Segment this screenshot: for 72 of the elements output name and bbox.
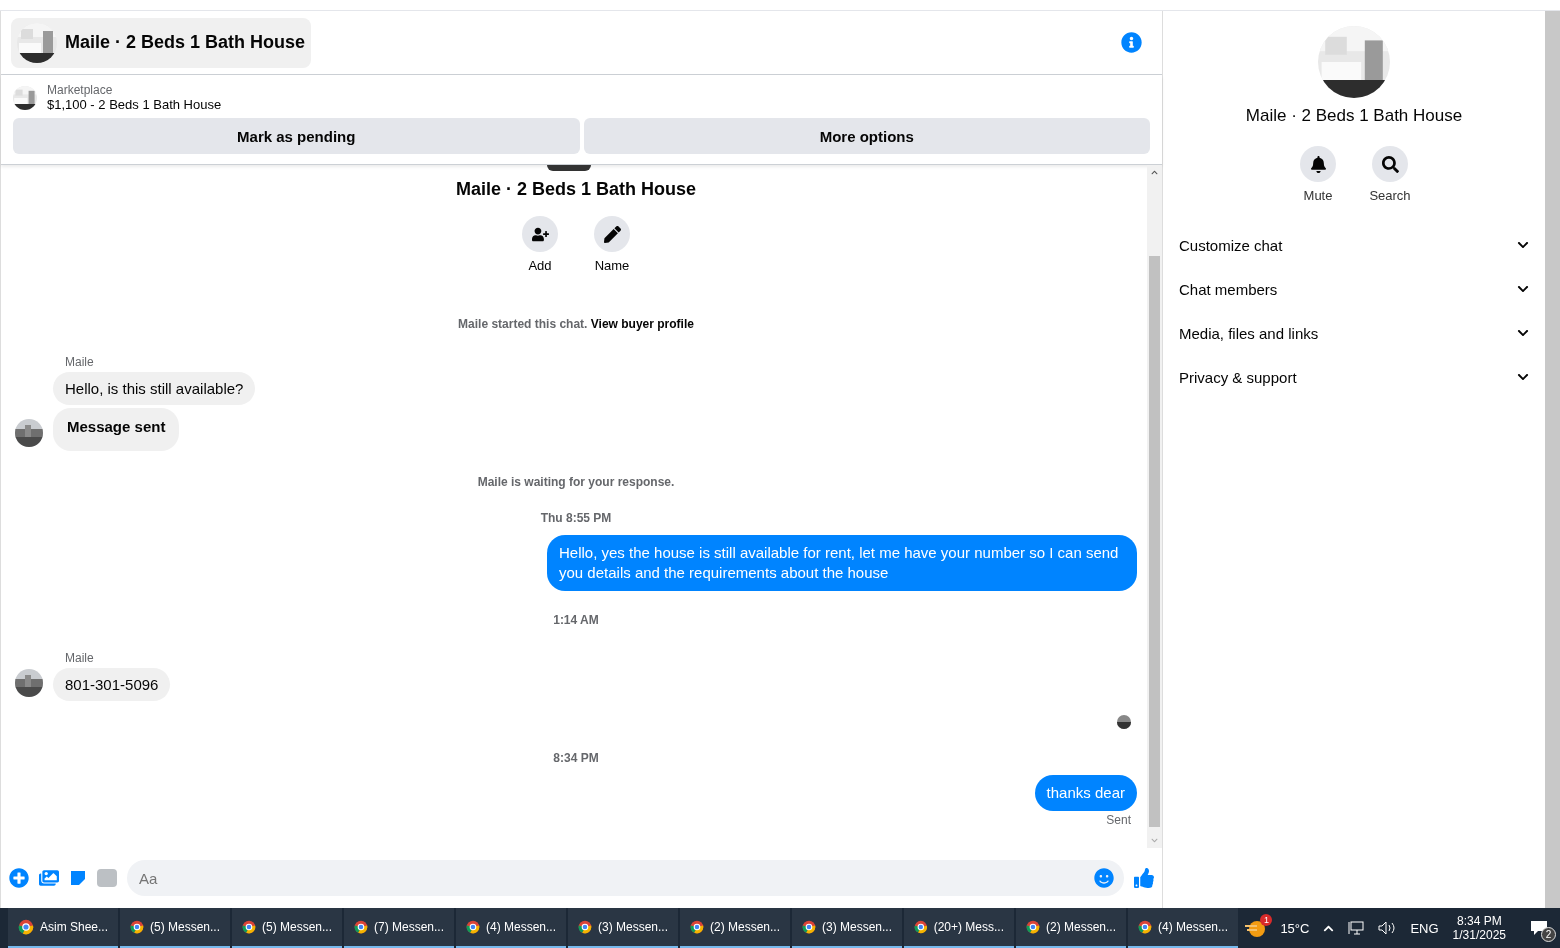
weather-icon xyxy=(1244,919,1267,937)
section-header[interactable]: Chat members xyxy=(1179,267,1529,311)
temperature: 15°C xyxy=(1280,920,1310,936)
chevron-down-icon xyxy=(1517,239,1529,251)
action-label: Name xyxy=(594,258,630,273)
emoji-icon[interactable] xyxy=(1094,868,1114,888)
scroll-down-icon[interactable] xyxy=(1151,837,1158,844)
section-header[interactable]: Customize chat xyxy=(1179,223,1529,267)
delivery-status: Sent xyxy=(1106,813,1131,827)
info-icon[interactable] xyxy=(1121,32,1142,53)
timestamp: 1:14 AM xyxy=(552,613,600,627)
thumbs-up-icon[interactable] xyxy=(1134,868,1154,888)
sender-name: Maile xyxy=(64,651,95,665)
notifications-icon[interactable] xyxy=(1530,920,1548,936)
message-field[interactable]: Aa xyxy=(127,860,1124,896)
scroll-up-icon[interactable] xyxy=(1151,169,1158,176)
name-button[interactable] xyxy=(594,216,630,252)
message-bubble: Hello, is this still available? xyxy=(53,372,256,405)
add-person-icon xyxy=(531,225,549,243)
mute-button[interactable] xyxy=(1300,146,1336,182)
taskbar-app[interactable]: (5) Messen... xyxy=(232,908,342,948)
system-message: Maile is waiting for your response. xyxy=(476,475,676,489)
chat-title-button[interactable]: Maile · 2 Beds 1 Bath House xyxy=(11,17,312,68)
listing-action-button[interactable]: More options xyxy=(583,118,1150,154)
timestamp: 8:34 PM xyxy=(552,751,600,765)
taskbar-app[interactable]: (4) Messen... xyxy=(1128,908,1238,948)
sticker-icon[interactable] xyxy=(69,869,87,887)
chevron-down-icon xyxy=(1517,371,1529,383)
taskbar-app[interactable]: (3) Messen... xyxy=(792,908,902,948)
plus-icon[interactable] xyxy=(9,868,29,888)
notification-count: 2 xyxy=(1541,927,1556,942)
action-label: Mute xyxy=(1303,188,1333,203)
message-bubble: Message sent xyxy=(53,408,180,451)
message-bubble: Hello, yes the house is still available for rent, let me have your number so I can send you details and the requirements about the house xyxy=(547,535,1137,591)
taskbar-app[interactable]: (5) Messen... xyxy=(120,908,230,948)
listing-title: $1,100 - 2 Beds 1 Bath House xyxy=(47,97,222,112)
conversation-title: Maile · 2 Beds 1 Bath House xyxy=(455,179,697,200)
timestamp: Thu 8:55 PM xyxy=(539,511,613,525)
notification-badge: 1 xyxy=(1260,914,1273,926)
clock[interactable]: 8:34 PM 1/31/2025 xyxy=(1452,914,1506,942)
chevron-down-icon xyxy=(1517,283,1529,295)
add-button[interactable] xyxy=(522,216,558,252)
taskbar-app[interactable]: (20+) Mess... xyxy=(904,908,1014,948)
sender-name: Maile xyxy=(64,355,95,369)
buyer-profile-link[interactable]: View buyer profile xyxy=(590,317,694,331)
browser-icon xyxy=(18,917,34,937)
search-button[interactable] xyxy=(1372,146,1408,182)
chevron-down-icon xyxy=(1517,327,1529,339)
taskbar-app[interactable]: (7) Messen... xyxy=(344,908,454,948)
seen-avatar xyxy=(1117,715,1131,729)
section-header[interactable]: Media, files and links xyxy=(1179,311,1529,355)
message-bubble: thanks dear xyxy=(1034,775,1137,811)
bell-icon xyxy=(1309,155,1327,173)
listing-action-button[interactable]: Mark as pending xyxy=(13,118,580,154)
network-icon[interactable] xyxy=(1348,921,1365,935)
listing-source: Marketplace xyxy=(47,83,114,97)
taskbar-app[interactable]: (2) Messen... xyxy=(1016,908,1126,948)
language-indicator[interactable]: ENG xyxy=(1410,920,1439,936)
message-bubble: 801-301-5096 xyxy=(53,668,171,701)
section-header[interactable]: Privacy & support xyxy=(1179,355,1529,399)
system-message: Maile started this chat. View buyer profile xyxy=(457,317,695,331)
taskbar-app[interactable]: Asim Shee... xyxy=(8,908,118,948)
image-icon[interactable] xyxy=(39,868,59,888)
pencil-icon xyxy=(603,225,621,243)
search-icon xyxy=(1381,155,1399,173)
taskbar-app[interactable]: (3) Messen... xyxy=(568,908,678,948)
action-label: Add xyxy=(528,258,552,273)
taskbar-app[interactable]: (4) Messen... xyxy=(456,908,566,948)
chat-name: Maile · 2 Beds 1 Bath House xyxy=(1245,106,1463,126)
speaker-icon[interactable] xyxy=(1378,921,1397,935)
action-label: Search xyxy=(1369,188,1411,203)
taskbar-app[interactable]: (2) Messen... xyxy=(680,908,790,948)
